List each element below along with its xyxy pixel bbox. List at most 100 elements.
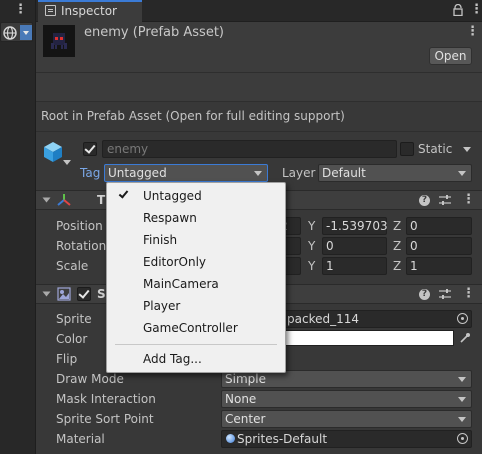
page-title: enemy (Prefab Asset) (84, 25, 224, 40)
sprite-renderer-enabled-checkbox[interactable] (77, 287, 91, 301)
mask-interaction-value: None (225, 392, 257, 406)
axis-z-label: Z (393, 259, 402, 273)
left-kebab-icon[interactable]: ⋮ (14, 2, 27, 17)
object-picker-icon[interactable] (457, 313, 468, 324)
divider (36, 101, 482, 102)
menu-item-label: Respawn (143, 211, 197, 225)
menu-item-untagged[interactable]: Untagged (107, 185, 285, 207)
sprite-renderer-title: S (97, 287, 106, 301)
eyedropper-icon[interactable] (459, 332, 471, 344)
tag-label: Tag (80, 166, 101, 180)
menu-item-label: GameController (143, 321, 238, 335)
menu-item-label: Finish (143, 233, 178, 247)
foldout-arrow-icon[interactable] (42, 291, 51, 297)
prefab-thumbnail (43, 25, 75, 57)
chevron-down-icon (458, 377, 466, 382)
transform-title: T (97, 193, 106, 207)
object-name-field[interactable]: enemy (102, 140, 397, 158)
component-kebab-icon[interactable]: ⋮ (462, 286, 475, 301)
scene-toolbar-strip (0, 0, 36, 454)
open-button[interactable]: Open (429, 47, 472, 65)
component-kebab-icon[interactable]: ⋮ (462, 192, 475, 207)
root-info-text: Root in Prefab Asset (Open for full edit… (41, 109, 345, 123)
material-object-field[interactable]: Sprites-Default (221, 430, 472, 448)
sprite-label: Sprite (56, 312, 92, 326)
mask-interaction-dropdown[interactable]: None (221, 390, 472, 408)
scene-globe-dropdown[interactable] (0, 22, 33, 42)
transform-icon (57, 194, 71, 206)
chevron-down-icon (458, 397, 466, 402)
axis-y-label: Y (308, 259, 316, 273)
menu-item-add-tag[interactable]: Add Tag... (107, 348, 285, 370)
layer-dropdown[interactable]: Default (318, 164, 472, 182)
menu-item-player[interactable]: Player (107, 295, 285, 317)
menu-item-label: Player (143, 299, 181, 313)
layer-label: Layer (282, 166, 316, 180)
sprite-sort-point-value: Center (225, 412, 266, 426)
draw-mode-label: Draw Mode (56, 372, 124, 386)
sprite-sort-point-label: Sprite Sort Point (56, 412, 154, 426)
presets-icon[interactable] (439, 289, 451, 299)
active-checkbox[interactable] (83, 142, 97, 156)
object-picker-icon[interactable] (457, 433, 468, 444)
help-icon[interactable]: ? (419, 195, 430, 206)
axis-y-label: Y (308, 239, 316, 253)
flip-label: Flip (56, 352, 78, 366)
rotation-y-field[interactable]: 0 (322, 237, 387, 255)
static-checkbox[interactable] (400, 142, 414, 156)
tab-inspector-label: Inspector (61, 4, 117, 18)
chevron-down-icon (458, 417, 466, 422)
layer-value: Default (322, 166, 366, 180)
scale-label: Scale (56, 259, 89, 273)
tab-kebab-icon[interactable]: ⋮ (470, 2, 482, 17)
chevron-down-icon (254, 171, 262, 176)
menu-item-respawn[interactable]: Respawn (107, 207, 285, 229)
menu-item-editoronly[interactable]: EditorOnly (107, 251, 285, 273)
tag-dropdown[interactable]: Untagged (104, 164, 268, 182)
gameobject-cube-icon[interactable] (42, 140, 64, 164)
rotation-label: Rotation (56, 239, 107, 253)
color-label: Color (56, 332, 88, 346)
chevron-down-icon[interactable] (63, 160, 71, 165)
sprite-value: packed_114 (287, 312, 359, 326)
sprite-renderer-icon (57, 287, 71, 301)
divider (36, 131, 482, 132)
color-swatch[interactable] (276, 330, 454, 346)
static-label: Static (418, 142, 453, 156)
position-z-field[interactable]: 0 (406, 217, 472, 235)
tag-dropdown-menu: Untagged Respawn Finish EditorOnly MainC… (106, 182, 286, 373)
material-value: Sprites-Default (237, 432, 328, 446)
header-kebab-icon[interactable]: ⋮ (466, 24, 479, 39)
menu-item-gamecontroller[interactable]: GameController (107, 317, 285, 339)
draw-mode-value: Simple (225, 372, 266, 386)
material-sphere-icon (226, 434, 235, 443)
position-label: Position (56, 219, 103, 233)
lock-icon[interactable] (453, 4, 463, 16)
rotation-z-field[interactable]: 0 (406, 237, 472, 255)
menu-item-finish[interactable]: Finish (107, 229, 285, 251)
menu-item-label: MainCamera (143, 277, 219, 291)
tag-value: Untagged (108, 166, 167, 180)
menu-divider (115, 344, 277, 345)
scale-z-field[interactable]: 1 (406, 257, 472, 275)
chevron-down-icon (20, 25, 32, 40)
foldout-arrow-icon[interactable] (42, 197, 51, 203)
presets-icon[interactable] (439, 195, 451, 205)
menu-item-maincamera[interactable]: MainCamera (107, 273, 285, 295)
menu-item-label: Add Tag... (143, 352, 202, 366)
sprite-object-field[interactable]: packed_114 (276, 310, 472, 328)
checkmark-icon (118, 188, 129, 199)
axis-z-label: Z (393, 239, 402, 253)
help-icon[interactable]: ? (419, 289, 430, 300)
static-dropdown-chevron-icon[interactable] (463, 147, 471, 152)
mask-interaction-label: Mask Interaction (56, 392, 156, 406)
material-label: Material (56, 432, 105, 446)
menu-item-label: EditorOnly (143, 255, 206, 269)
axis-y-label: Y (308, 219, 316, 233)
scale-y-field[interactable]: 1 (322, 257, 387, 275)
globe-icon (3, 26, 17, 40)
position-y-field[interactable]: -1.539703 (322, 217, 388, 235)
chevron-down-icon (458, 171, 466, 176)
sprite-sort-point-dropdown[interactable]: Center (221, 410, 472, 428)
menu-item-label: Untagged (143, 189, 202, 203)
